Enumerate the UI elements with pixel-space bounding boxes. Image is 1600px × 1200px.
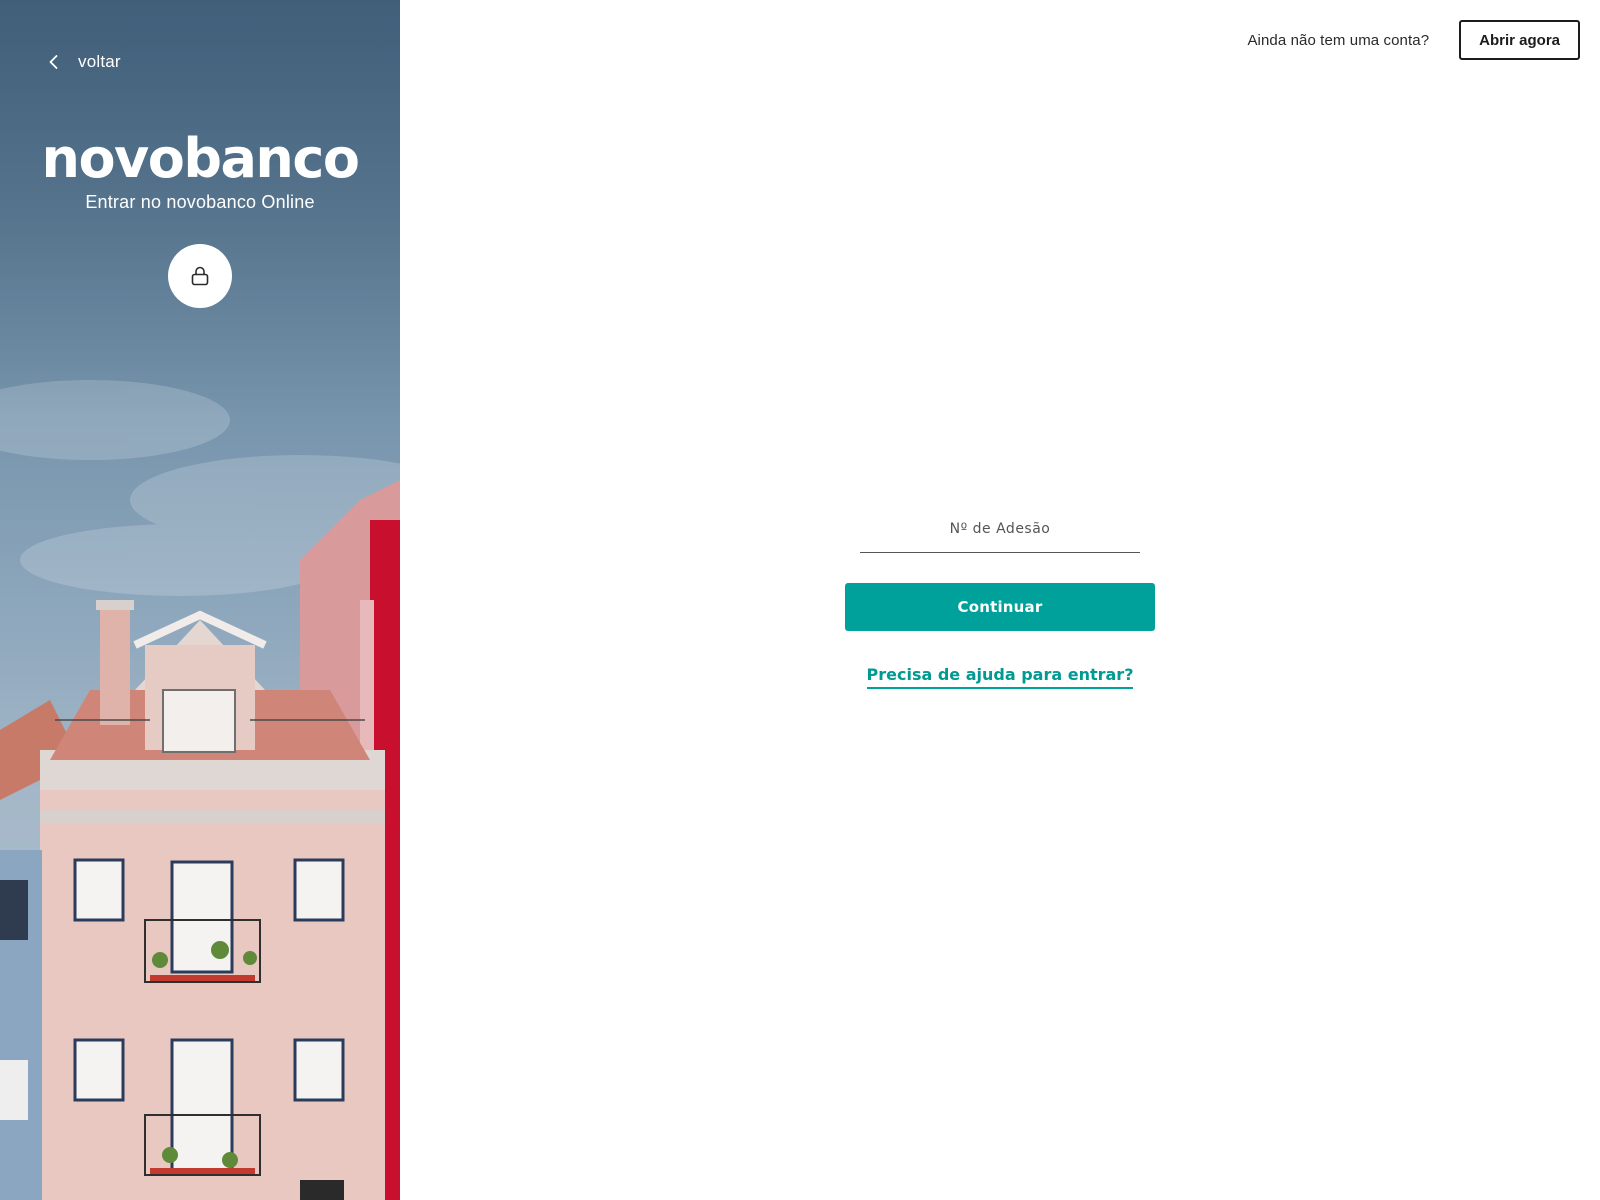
lock-badge bbox=[168, 244, 232, 308]
login-page: voltar novobanco Entrar no novobanco Onl… bbox=[0, 0, 1600, 1200]
adesao-number-input[interactable] bbox=[860, 505, 1140, 552]
adesao-field-wrapper bbox=[860, 505, 1140, 553]
hero-panel: voltar novobanco Entrar no novobanco Onl… bbox=[0, 0, 400, 1200]
continue-button[interactable]: Continuar bbox=[845, 583, 1155, 631]
top-bar: Ainda não tem uma conta? Abrir agora bbox=[1247, 20, 1580, 60]
login-help-link[interactable]: Precisa de ajuda para entrar? bbox=[866, 665, 1134, 689]
no-account-question: Ainda não tem uma conta? bbox=[1247, 31, 1430, 49]
open-account-button[interactable]: Abrir agora bbox=[1459, 20, 1580, 60]
login-form: Continuar Precisa de ajuda para entrar? bbox=[845, 505, 1155, 689]
back-label: voltar bbox=[78, 52, 121, 71]
brand-logo: novobanco bbox=[41, 127, 361, 190]
chevron-left-icon bbox=[49, 55, 58, 69]
page-subtitle: Entrar no novobanco Online bbox=[85, 192, 315, 212]
back-link[interactable]: voltar bbox=[44, 48, 121, 76]
help-link-container: Precisa de ajuda para entrar? bbox=[845, 665, 1155, 689]
lock-icon bbox=[191, 266, 209, 286]
